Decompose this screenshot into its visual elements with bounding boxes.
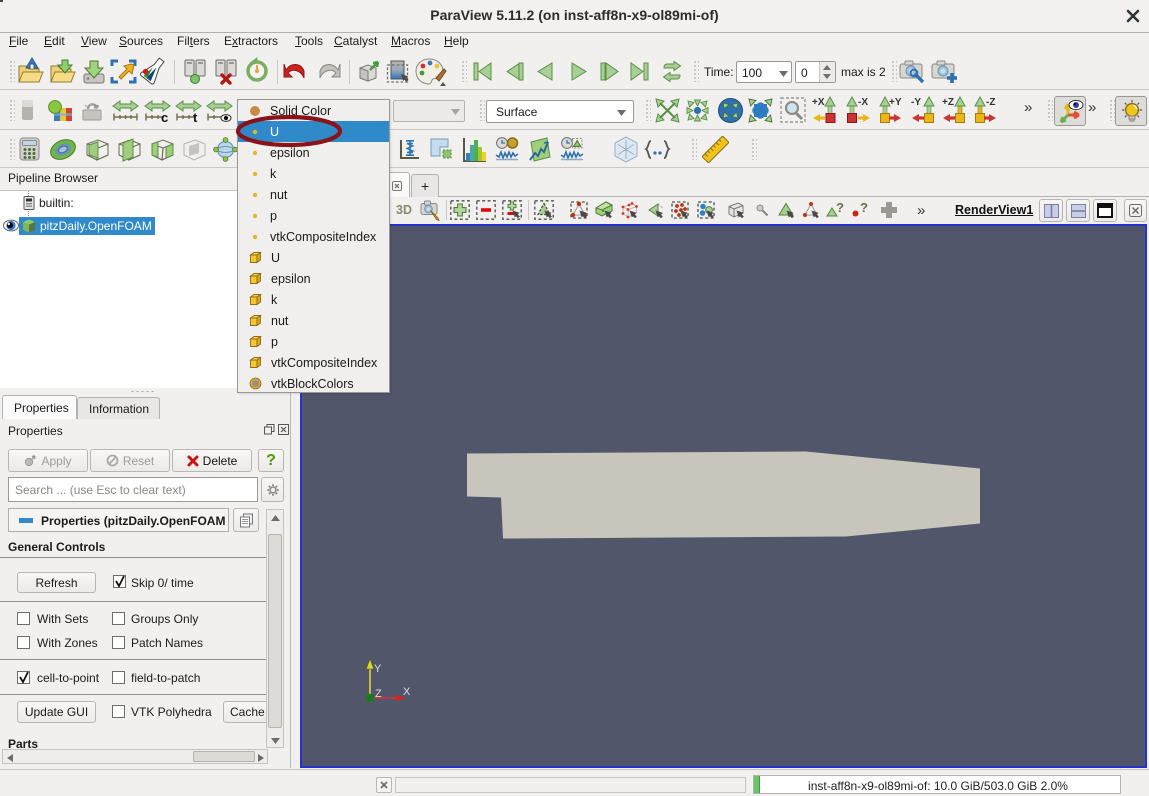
svg-text:-Y: -Y: [911, 97, 921, 108]
svg-text:-X: -X: [858, 97, 868, 108]
svg-text:+Y: +Y: [889, 97, 902, 108]
svg-text:t: t: [193, 110, 198, 123]
svg-text:?: ?: [836, 200, 844, 215]
svg-text:+Z: +Z: [942, 97, 954, 108]
svg-text:c: c: [161, 110, 168, 123]
svg-text:Y: Y: [374, 663, 382, 675]
svg-text:Z: Z: [375, 688, 382, 700]
svg-text:?: ?: [860, 200, 868, 215]
svg-text:+X: +X: [812, 97, 825, 108]
svg-text:X: X: [403, 686, 411, 698]
svg-text:-Z: -Z: [986, 97, 995, 108]
